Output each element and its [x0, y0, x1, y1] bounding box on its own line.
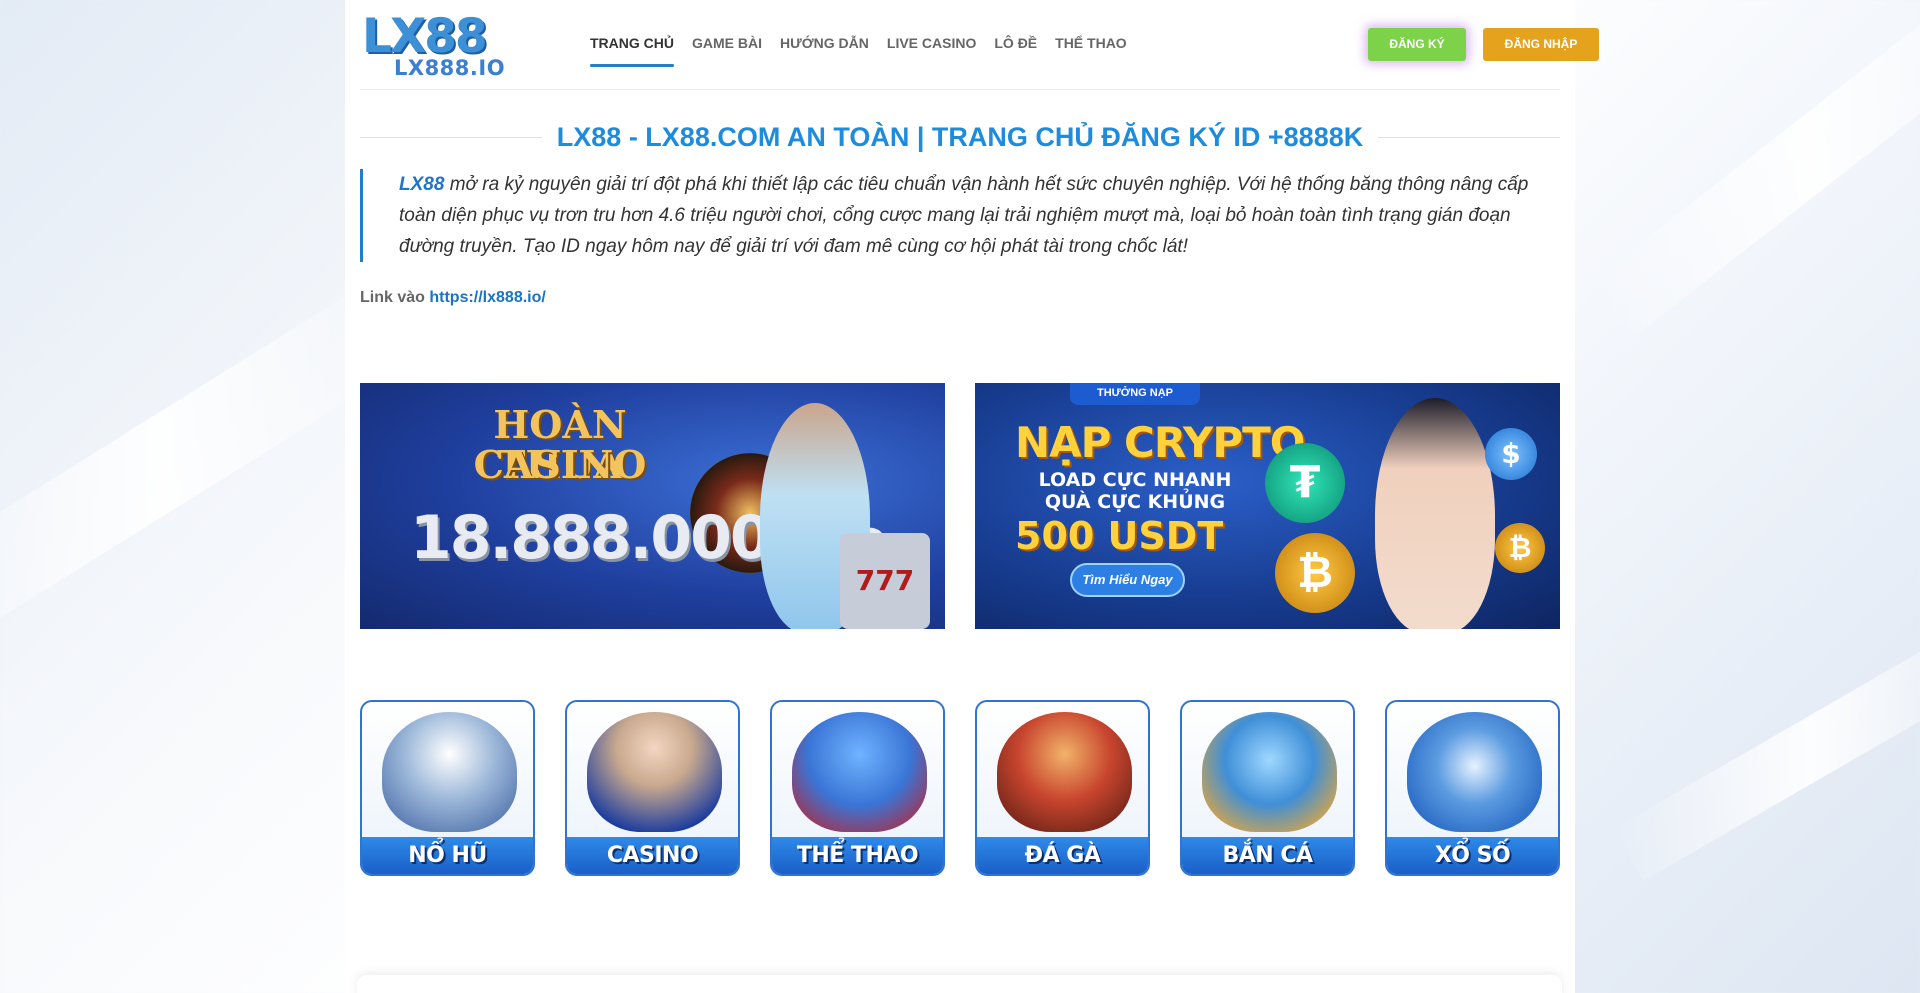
banner1-amount: 18.888.000 — [410, 503, 772, 573]
tether-coin-icon: ₮ — [1265, 443, 1345, 523]
access-link[interactable]: https://lx888.io/ — [429, 289, 545, 306]
nav-item-trang-chu[interactable]: TRANG CHỦ — [590, 0, 674, 90]
lottery-ball-icon — [1407, 712, 1542, 832]
intro-text: mở ra kỷ nguyên giải trí đột phá khi thi… — [399, 174, 1529, 257]
nav-item-huong-dan[interactable]: HƯỚNG DẪN — [780, 0, 869, 90]
category-label: BẮN CÁ — [1182, 837, 1353, 874]
category-ban-ca[interactable]: BẮN CÁ — [1180, 700, 1355, 876]
bitcoin-coin-small-icon: ₿ — [1495, 523, 1545, 573]
banner-casino-refund[interactable]: HOÀN THUA CASINO 18.888.000 VNĐ 777 — [360, 383, 945, 629]
nav-item-game-bai[interactable]: GAME BÀI — [692, 0, 762, 90]
logo-main-text: LX88 — [362, 9, 488, 64]
site-header: LX88 LX888.IO TRANG CHỦ GAME BÀI HƯỚNG D… — [360, 0, 1599, 90]
link-prefix: Link vào — [360, 289, 425, 306]
banner2-tag: THƯỞNG NẠP — [1070, 383, 1200, 405]
nav-item-the-thao[interactable]: THỂ THAO — [1055, 0, 1127, 90]
category-da-ga[interactable]: ĐÁ GÀ — [975, 700, 1150, 876]
category-xo-so[interactable]: XỔ SỐ — [1385, 700, 1560, 876]
category-label: ĐÁ GÀ — [977, 837, 1148, 874]
banner2-model-image — [1375, 398, 1495, 629]
casino-dealer-icon — [587, 712, 722, 832]
bitcoin-coin-icon: ₿ — [1275, 533, 1355, 613]
nav-item-live-casino[interactable]: LIVE CASINO — [887, 0, 976, 90]
category-casino[interactable]: CASINO — [565, 700, 740, 876]
banner-crypto-deposit[interactable]: THƯỞNG NẠP NẠP CRYPTO LOAD CỰC NHANH QUÀ … — [975, 383, 1560, 629]
site-logo[interactable]: LX88 LX888.IO — [362, 9, 540, 81]
banner2-amount: 500 USDT — [1015, 514, 1224, 558]
category-label: THỂ THAO — [772, 837, 943, 874]
banner2-headline: NẠP CRYPTO — [1015, 418, 1305, 467]
slot-husky-icon — [382, 712, 517, 832]
title-divider-left — [360, 136, 542, 138]
main-nav: TRANG CHỦ GAME BÀI HƯỚNG DẪN LIVE CASINO… — [590, 0, 1145, 90]
slot-machine-icon: 777 — [840, 533, 930, 629]
access-link-line: Link vào https://lx888.io/ — [360, 289, 546, 307]
rooster-icon — [997, 712, 1132, 832]
page-container: LX88 LX888.IO TRANG CHỦ GAME BÀI HƯỚNG D… — [345, 0, 1599, 993]
learn-more-button[interactable]: Tìm Hiểu Ngay — [1070, 563, 1185, 597]
fish-shooter-icon — [1202, 712, 1337, 832]
category-label: XỔ SỐ — [1387, 837, 1558, 874]
category-label: NỔ HŨ — [362, 837, 533, 874]
intro-quote: LX88 mở ra kỷ nguyên giải trí đột phá kh… — [360, 169, 1560, 262]
register-button[interactable]: ĐĂNG KÝ — [1368, 28, 1466, 61]
intro-brand-link[interactable]: LX88 — [399, 174, 444, 195]
category-the-thao[interactable]: THỂ THAO — [770, 700, 945, 876]
content-card-top — [357, 975, 1562, 993]
page-title: LX88 - LX88.COM AN TOÀN | TRANG CHỦ ĐĂNG… — [556, 121, 1364, 152]
banner2-subtitle: LOAD CỰC NHANH QUÀ CỰC KHỦNG — [1030, 469, 1240, 513]
nav-item-lo-de[interactable]: LÔ ĐỀ — [994, 0, 1037, 90]
intro-paragraph: LX88 mở ra kỷ nguyên giải trí đột phá kh… — [399, 169, 1560, 262]
sports-hedgehog-icon — [792, 712, 927, 832]
banner1-line2: CASINO — [473, 442, 647, 487]
banner2-sub1: LOAD CỰC NHANH — [1038, 469, 1232, 491]
logo-sub-text: LX888.IO — [394, 56, 506, 80]
category-grid: NỔ HŨ CASINO THỂ THAO ĐÁ GÀ BẮN CÁ XỔ SỐ — [360, 700, 1560, 876]
category-label: CASINO — [567, 837, 738, 874]
title-divider-right — [1378, 136, 1561, 138]
category-no-hu[interactable]: NỔ HŨ — [360, 700, 535, 876]
title-row: LX88 - LX88.COM AN TOÀN | TRANG CHỦ ĐĂNG… — [360, 115, 1561, 159]
dollar-coin-icon: $ — [1485, 428, 1537, 480]
banner2-sub2: QUÀ CỰC KHỦNG — [1044, 491, 1226, 513]
login-button[interactable]: ĐĂNG NHẬP — [1483, 28, 1599, 61]
